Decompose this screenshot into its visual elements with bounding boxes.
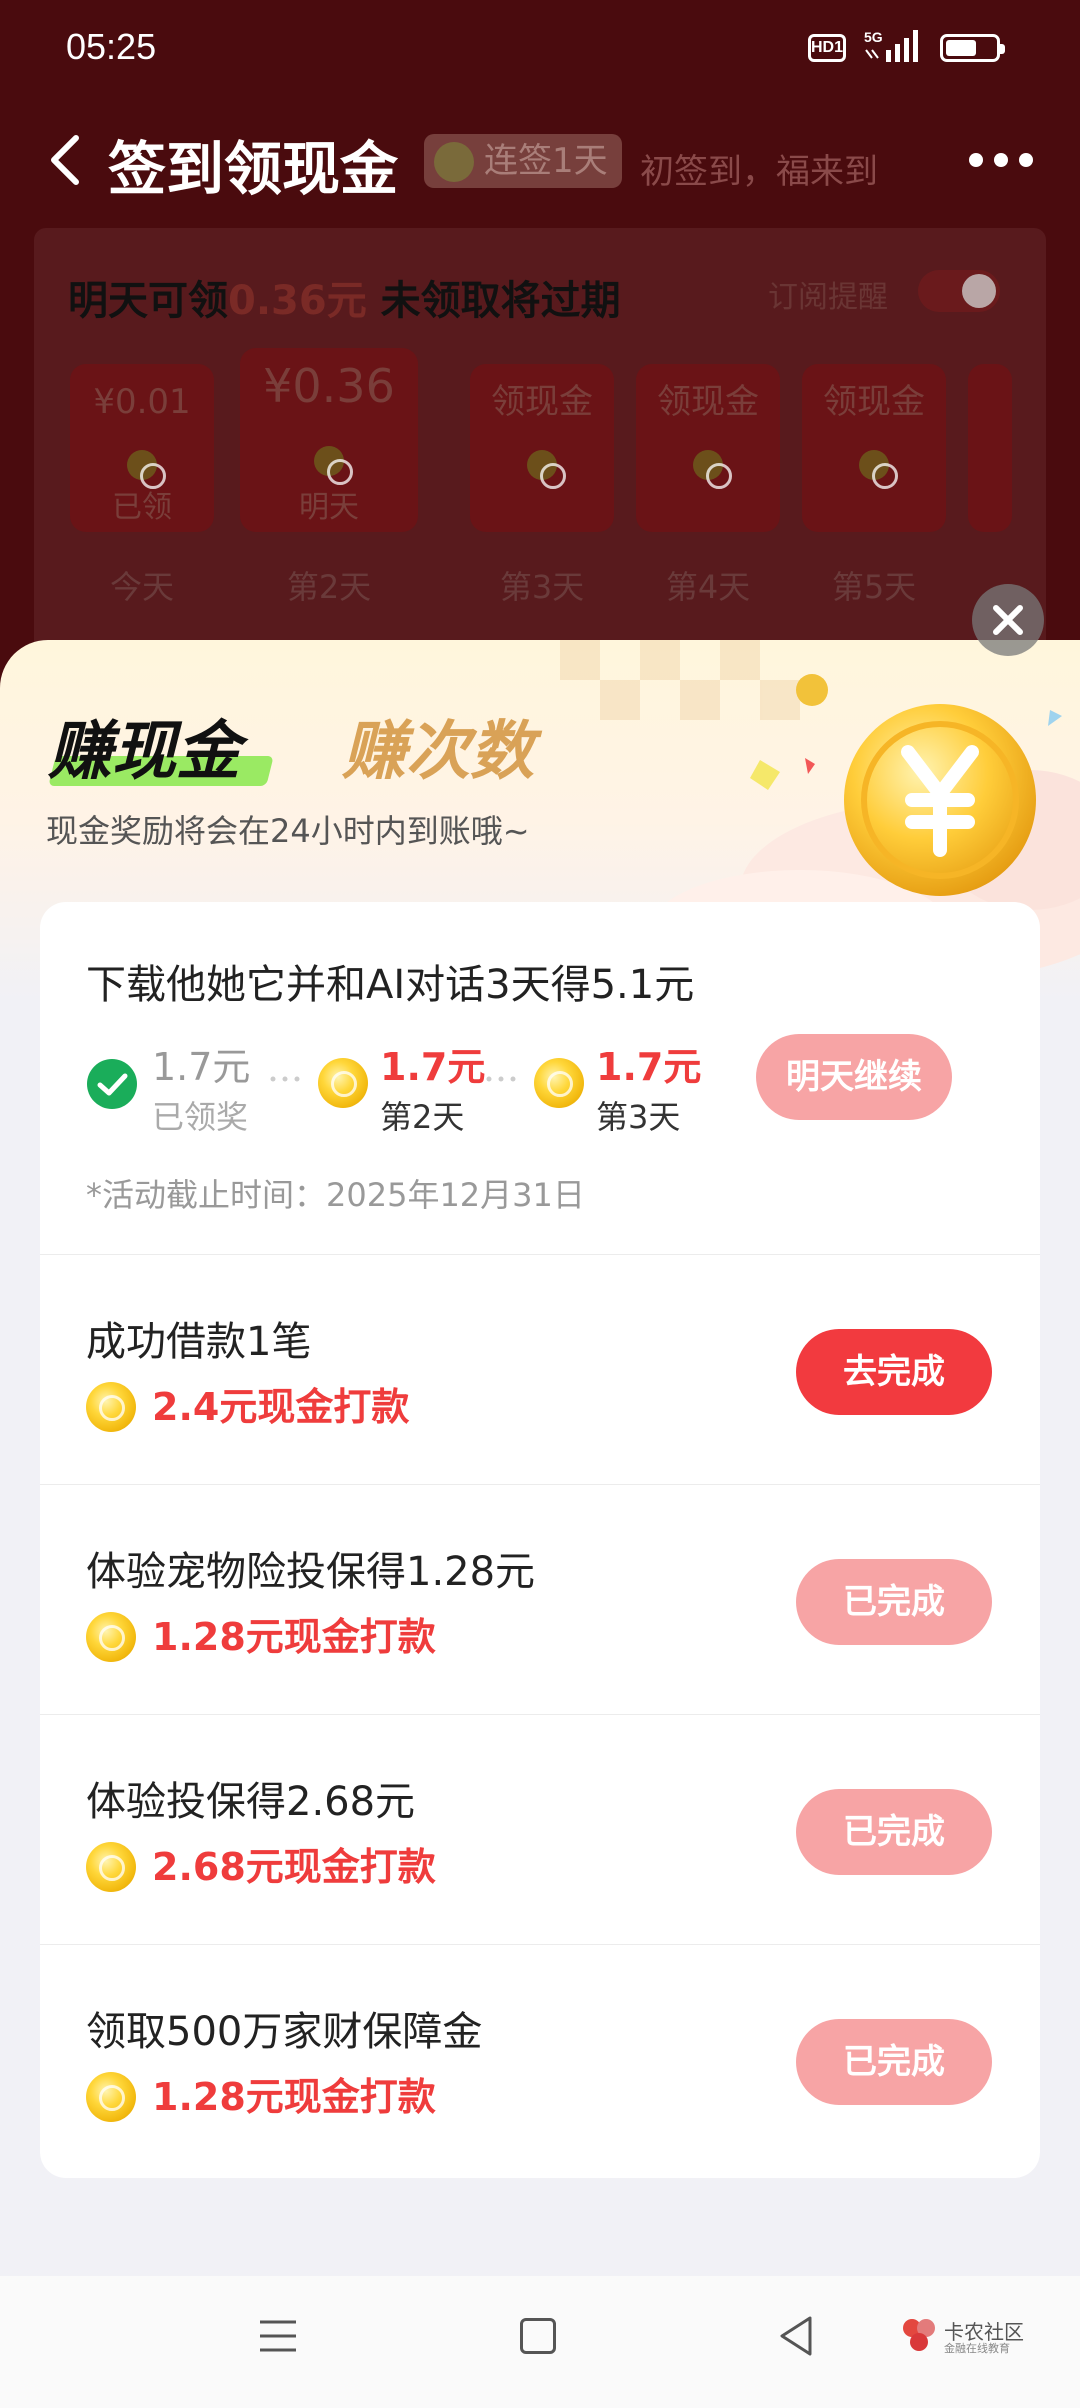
day-envelope-partial xyxy=(968,364,1012,532)
recent-apps-icon[interactable] xyxy=(258,2316,298,2356)
system-nav-bar: 卡农社区 金融在线教育 xyxy=(0,2276,1080,2408)
reward-text: 1.28元现金打款 xyxy=(152,2075,436,2119)
day-envelope[interactable]: ¥0.01 已领 xyxy=(70,364,214,532)
day-envelope[interactable]: 领现金 xyxy=(802,364,946,532)
hd-icon: HD1 xyxy=(808,34,846,62)
task-row: 成功借款1笔 2.4元现金打款 去完成 xyxy=(40,1254,1040,1484)
day-label: 第2天 xyxy=(286,568,372,606)
task-title: 领取500万家财保障金 xyxy=(86,2009,483,2055)
coin-icon xyxy=(86,1382,136,1432)
signin-card: 明天可领0.36元 未领取将过期 订阅提醒 ¥0.01 已领 ¥0.36 明天 … xyxy=(34,228,1046,678)
task-title: 体验宠物险投保得1.28元 xyxy=(86,1549,536,1595)
watermark-icon xyxy=(903,2319,935,2351)
streak-badge-icon xyxy=(434,142,474,182)
coin-icon xyxy=(318,1058,368,1108)
envelope-coin-icon xyxy=(127,450,166,489)
headline-prefix: 明天可领 xyxy=(68,278,228,324)
envelope-coin-icon xyxy=(693,450,732,489)
more-icon[interactable] xyxy=(966,148,1036,172)
day-label: 第5天 xyxy=(831,568,917,606)
headline-suffix: 未领取将过期 xyxy=(366,278,621,324)
task-reward: 1.28元现金打款 xyxy=(86,1611,436,1663)
task-row: 体验投保得2.68元 2.68元现金打款 已完成 xyxy=(40,1714,1040,1944)
coin-icon xyxy=(86,2072,136,2122)
signal-icon: 5G xyxy=(864,29,918,62)
task-title: 体验投保得2.68元 xyxy=(86,1779,416,1825)
task-title: 成功借款1笔 xyxy=(86,1319,312,1365)
completed-button[interactable]: 已完成 xyxy=(796,1789,992,1875)
reward-text: 2.68元现金打款 xyxy=(152,1845,436,1889)
envelope-status: 已领 xyxy=(112,490,172,525)
check-icon xyxy=(87,1059,137,1109)
subscribe-toggle[interactable] xyxy=(918,270,1000,312)
envelope-coin-icon xyxy=(859,450,898,489)
watermark-tagline: 金融在线教育 xyxy=(944,2342,1010,2355)
reward-text: 1.28元现金打款 xyxy=(152,1615,436,1659)
signin-headline: 明天可领0.36元 未领取将过期 xyxy=(68,268,621,326)
back-arrow-icon[interactable] xyxy=(42,130,92,190)
coin-icon xyxy=(86,1842,136,1892)
task-reward: 2.4元现金打款 xyxy=(86,1381,409,1433)
task-reward: 2.68元现金打款 xyxy=(86,1841,436,1893)
nav-bar: 签到领现金 连签1天 初签到，福来到 xyxy=(0,110,1080,210)
envelope-amount: 领现金 xyxy=(491,382,593,422)
headline-amount: 0.36元 xyxy=(228,278,367,324)
day-envelope[interactable]: 领现金 xyxy=(470,364,614,532)
subscribe-label: 订阅提醒 xyxy=(768,280,888,315)
envelope-amount: ¥0.36 xyxy=(263,359,395,413)
task-row: 领取500万家财保障金 1.28元现金打款 已完成 xyxy=(40,1944,1040,2174)
system-back-icon[interactable] xyxy=(776,2314,816,2358)
step-amount: 1.7元 xyxy=(596,1045,702,1089)
status-bar: 05:25 HD1 5G xyxy=(0,0,1080,96)
task-reward: 1.28元现金打款 xyxy=(86,2071,436,2123)
day-label: 今天 xyxy=(109,568,174,606)
streak-label: 连签1天 xyxy=(484,141,608,181)
go-complete-button[interactable]: 去完成 xyxy=(796,1329,992,1415)
continue-tomorrow-button[interactable]: 明天继续 xyxy=(756,1034,952,1120)
close-icon[interactable] xyxy=(972,584,1044,656)
home-icon[interactable] xyxy=(520,2318,556,2354)
completed-button[interactable]: 已完成 xyxy=(796,2019,992,2105)
network-label: 5G xyxy=(864,29,883,45)
envelope-coin-icon xyxy=(527,450,566,489)
watermark-logo: 卡农社区 金融在线教育 xyxy=(900,2312,1060,2362)
task-deadline: *活动截止时间：2025年12月31日 xyxy=(86,1176,585,1214)
coin-icon xyxy=(86,1612,136,1662)
coin-icon xyxy=(534,1058,584,1108)
envelope-status: 明天 xyxy=(299,490,359,525)
step-connector xyxy=(486,1076,516,1082)
streak-badge[interactable]: 连签1天 xyxy=(424,134,622,188)
step-label: 已领奖 xyxy=(152,1098,249,1136)
envelope-amount: 领现金 xyxy=(657,382,759,422)
tab-earn-count[interactable]: 赚次数 xyxy=(342,700,534,792)
day-label: 第4天 xyxy=(665,568,751,606)
envelope-amount: 领现金 xyxy=(823,382,925,422)
task-title: 下载他她它并和AI对话3天得5.1元 xyxy=(86,962,695,1008)
day-label: 第3天 xyxy=(499,568,585,606)
battery-icon xyxy=(940,34,1005,62)
reward-text: 2.4元现金打款 xyxy=(152,1385,410,1429)
task-row: 体验宠物险投保得1.28元 1.28元现金打款 已完成 xyxy=(40,1484,1040,1714)
tab-earn-cash[interactable]: 赚现金 xyxy=(48,700,240,792)
page-title: 签到领现金 xyxy=(108,137,399,202)
step-label: 第2天 xyxy=(380,1098,465,1136)
yuan-coin-icon xyxy=(844,704,1036,896)
completed-button[interactable]: 已完成 xyxy=(796,1559,992,1645)
step-label: 第3天 xyxy=(596,1098,681,1136)
day-envelope[interactable]: 领现金 xyxy=(636,364,780,532)
envelope-amount: ¥0.01 xyxy=(93,382,191,422)
step-connector xyxy=(270,1076,300,1082)
nav-slogan: 初签到，福来到 xyxy=(640,152,878,192)
sheet-notice: 现金奖励将会在24小时内到账哦~ xyxy=(46,812,530,850)
envelope-coin-icon xyxy=(314,446,353,485)
status-time: 05:25 xyxy=(66,26,157,67)
step-amount: 1.7元 xyxy=(380,1045,486,1089)
step-amount: 1.7元 xyxy=(152,1045,251,1089)
day-envelope[interactable]: ¥0.36 明天 xyxy=(240,348,418,532)
